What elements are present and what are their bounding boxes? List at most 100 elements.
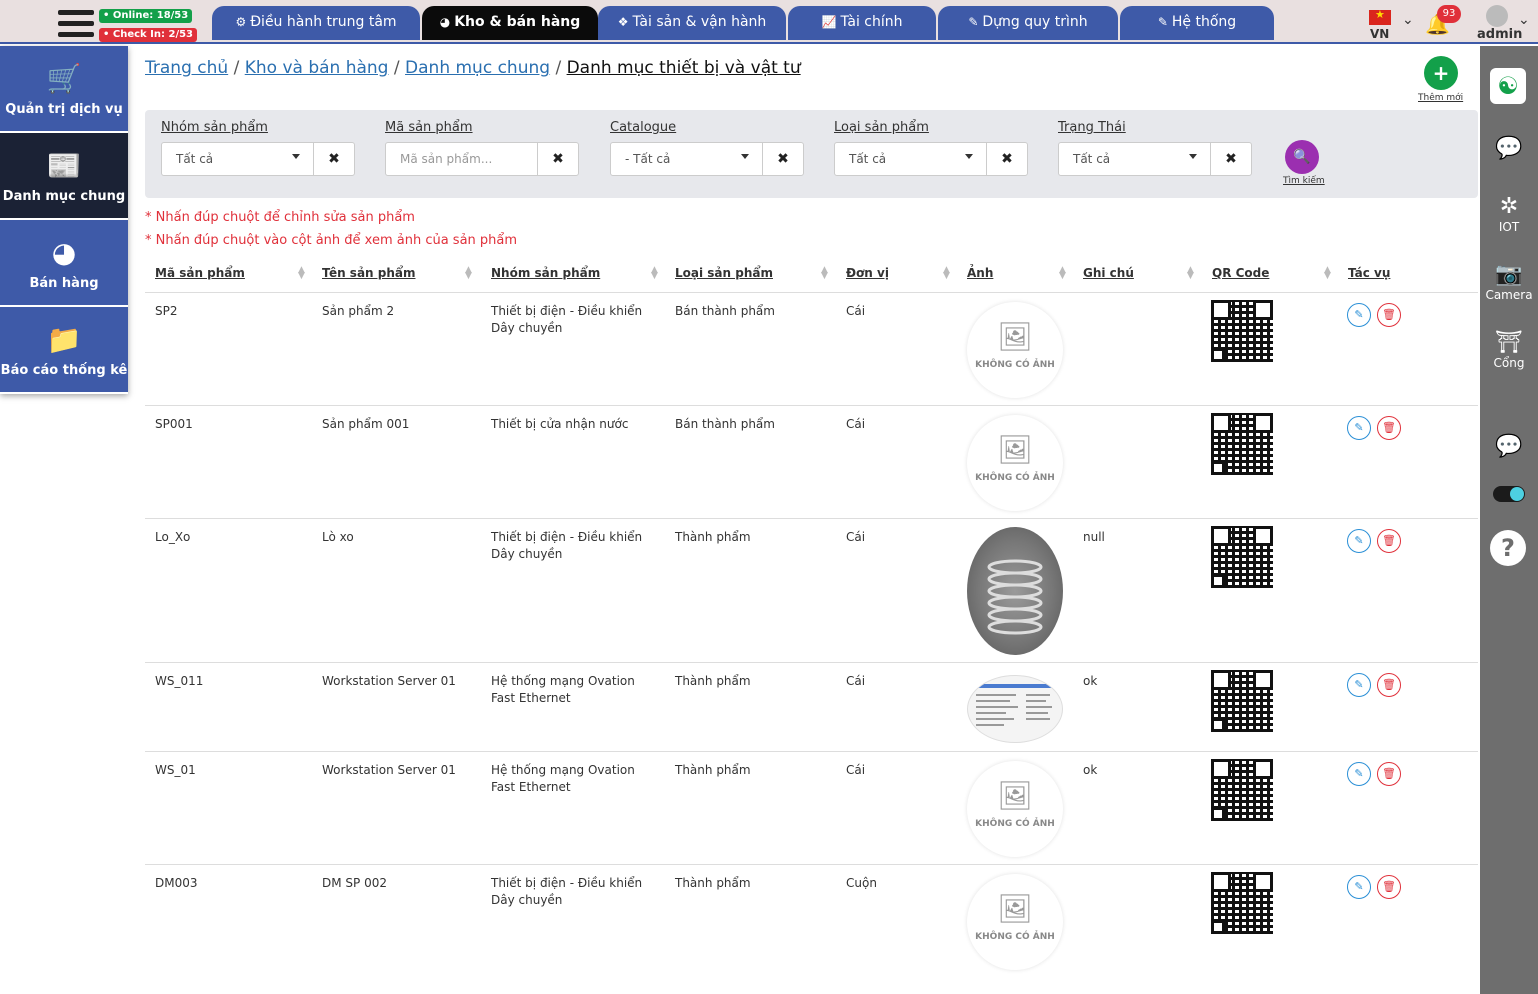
sort-icon[interactable]: ▲ ▼ xyxy=(943,266,950,281)
tab-dieu-hanh[interactable]: ⚙ Điều hành trung tâm xyxy=(212,6,420,40)
sort-icon[interactable]: ▲ ▼ xyxy=(821,266,828,281)
column-header[interactable]: Ảnh xyxy=(967,266,993,280)
language-label[interactable]: VN xyxy=(1370,27,1389,41)
edit-button[interactable]: ✎ xyxy=(1347,529,1371,553)
qr-code xyxy=(1211,872,1273,934)
tab-tai-chinh[interactable]: 📈 Tài chính xyxy=(788,6,936,40)
clear-status-button[interactable]: ✖ xyxy=(1210,143,1251,175)
tab-tai-san[interactable]: ❖ Tài sản & vận hành xyxy=(598,6,786,40)
edit-button[interactable]: ✎ xyxy=(1347,303,1371,327)
table-row[interactable]: WS_011 Workstation Server 01 Hệ thống mạ… xyxy=(145,663,1478,752)
delete-button[interactable]: 🗑 xyxy=(1377,762,1401,786)
notification-badge: 93 xyxy=(1437,5,1461,23)
table-row[interactable]: SP2 Sản phẩm 2 Thiết bị điện - Điều khiể… xyxy=(145,293,1478,406)
username-label[interactable]: admin xyxy=(1477,27,1522,42)
chevron-down-icon[interactable]: ⌄ xyxy=(1518,12,1530,28)
group-select[interactable]: Tất cả ✖ xyxy=(161,142,355,176)
add-new-label[interactable]: Thêm mới xyxy=(1418,93,1463,103)
screenshot-thumbnail[interactable] xyxy=(967,675,1063,743)
chat-video-button[interactable]: 💬 xyxy=(1480,136,1538,162)
iot-button[interactable]: ✲ IOT xyxy=(1480,194,1538,234)
clear-type-button[interactable]: ✖ xyxy=(986,143,1027,175)
gate-icon: ⛩ xyxy=(1495,330,1523,355)
sort-icon[interactable]: ▲ ▼ xyxy=(1324,266,1331,281)
spring-photo[interactable] xyxy=(967,527,1063,655)
clear-code-button[interactable]: ✖ xyxy=(537,143,578,175)
no-image-placeholder[interactable]: 🖼 KHÔNG CÓ ẢNH xyxy=(967,415,1063,511)
theme-toggle[interactable] xyxy=(1493,486,1525,502)
breadcrumb-section-link[interactable]: Kho và bán hàng xyxy=(245,58,389,78)
table-row[interactable]: WS_01 Workstation Server 01 Hệ thống mạn… xyxy=(145,752,1478,865)
column-header[interactable]: Nhóm sản phẩm xyxy=(491,266,600,280)
column-header[interactable]: Tên sản phẩm xyxy=(322,266,416,280)
delete-button[interactable]: 🗑 xyxy=(1377,529,1401,553)
tab-kho-ban-hang[interactable]: ◕ Kho & bán hàng xyxy=(422,6,598,40)
avatar[interactable] xyxy=(1486,5,1508,27)
gate-button[interactable]: ⛩ Cổng xyxy=(1480,330,1538,370)
edit-button[interactable]: ✎ xyxy=(1347,673,1371,697)
vietnam-flag-icon[interactable] xyxy=(1369,8,1391,25)
breadcrumb-home-link[interactable]: Trang chủ xyxy=(145,58,228,78)
cell-group: Hệ thống mạng Ovation Fast Ethernet xyxy=(491,674,635,705)
column-header[interactable]: Mã sản phẩm xyxy=(155,266,245,280)
status-select[interactable]: Tất cả ✖ xyxy=(1058,142,1252,176)
edit-button[interactable]: ✎ xyxy=(1347,762,1371,786)
sort-icon[interactable]: ▲ ▼ xyxy=(465,266,472,281)
code-input[interactable]: Mã sản phẩm... ✖ xyxy=(385,142,579,176)
cell-note: ok xyxy=(1083,763,1098,777)
clear-group-button[interactable]: ✖ xyxy=(313,143,354,175)
cell-unit: Cái xyxy=(846,417,866,431)
yin-yang-logo-icon[interactable]: ☯ xyxy=(1490,68,1526,104)
camera-button[interactable]: 📷 Camera xyxy=(1480,262,1538,302)
sidebar-item-bao-cao[interactable]: 📁 Báo cáo thống kê xyxy=(0,307,128,392)
table-row[interactable]: Lo_Xo Lò xo Thiết bị điện - Điều khiển D… xyxy=(145,519,1478,663)
code-input-placeholder: Mã sản phẩm... xyxy=(400,152,493,166)
cell-type: Thành phẩm xyxy=(675,763,751,777)
page-title: Danh mục thiết bị và vật tư xyxy=(566,58,801,78)
tab-label: Hệ thống xyxy=(1171,14,1237,30)
delete-button[interactable]: 🗑 xyxy=(1377,303,1401,327)
column-header[interactable]: Ghi chú xyxy=(1083,266,1134,280)
no-image-label: KHÔNG CÓ ẢNH xyxy=(975,473,1055,483)
column-header[interactable]: QR Code xyxy=(1212,266,1269,280)
sort-icon[interactable]: ▲ ▼ xyxy=(651,266,658,281)
help-button[interactable]: ? xyxy=(1490,530,1526,566)
edit-button[interactable]: ✎ xyxy=(1347,416,1371,440)
delete-button[interactable]: 🗑 xyxy=(1377,416,1401,440)
type-filter-label: Loại sản phẩm xyxy=(834,120,929,135)
sidebar-item-quan-tri-dich-vu[interactable]: 🛒 Quản trị dịch vụ xyxy=(0,46,128,131)
menu-toggle-icon[interactable] xyxy=(58,10,94,40)
delete-button[interactable]: 🗑 xyxy=(1377,875,1401,899)
breadcrumb-category-link[interactable]: Danh mục chung xyxy=(405,58,550,78)
search-button[interactable]: 🔍 xyxy=(1285,140,1319,174)
add-new-button[interactable]: + xyxy=(1424,56,1458,90)
clear-catalogue-button[interactable]: ✖ xyxy=(762,143,803,175)
edit-button[interactable]: ✎ xyxy=(1347,875,1371,899)
caret-down-icon xyxy=(965,154,973,159)
delete-button[interactable]: 🗑 xyxy=(1377,673,1401,697)
tab-dung-quy-trinh[interactable]: ✎ Dựng quy trình xyxy=(938,6,1118,40)
sidebar-item-danh-muc-chung[interactable]: 📰 Danh mục chung xyxy=(0,133,128,218)
table-row[interactable]: DM003 DM SP 002 Thiết bị điện - Điều khi… xyxy=(145,865,1478,973)
sort-icon[interactable]: ▲ ▼ xyxy=(298,266,305,281)
no-image-placeholder[interactable]: 🖼 KHÔNG CÓ ẢNH xyxy=(967,874,1063,970)
type-select[interactable]: Tất cả ✖ xyxy=(834,142,1028,176)
qr-code xyxy=(1211,526,1273,588)
column-header[interactable]: Loại sản phẩm xyxy=(675,266,773,280)
sort-icon[interactable]: ▲ ▼ xyxy=(1059,266,1066,281)
no-image-placeholder[interactable]: 🖼 KHÔNG CÓ ẢNH xyxy=(967,302,1063,398)
no-image-placeholder[interactable]: 🖼 KHÔNG CÓ ẢNH xyxy=(967,761,1063,857)
sidebar-item-ban-hang[interactable]: ◕ Bán hàng xyxy=(0,220,128,305)
table-row[interactable]: SP001 Sản phẩm 001 Thiết bị cửa nhận nướ… xyxy=(145,406,1478,519)
chat-video-button-2[interactable]: 💬 xyxy=(1480,434,1538,460)
catalogue-select[interactable]: - Tất cả ✖ xyxy=(610,142,804,176)
sort-icon[interactable]: ▲ ▼ xyxy=(1187,266,1194,281)
qr-code xyxy=(1211,670,1273,732)
column-header[interactable]: Đơn vị xyxy=(846,266,889,280)
chevron-down-icon[interactable]: ⌄ xyxy=(1402,12,1414,28)
search-label[interactable]: Tìm kiếm xyxy=(1283,176,1325,186)
cell-note: ok xyxy=(1083,674,1098,688)
cell-unit: Cái xyxy=(846,674,866,688)
tab-he-thong[interactable]: ✎ Hệ thống xyxy=(1120,6,1274,40)
spring-icon xyxy=(987,559,1043,635)
